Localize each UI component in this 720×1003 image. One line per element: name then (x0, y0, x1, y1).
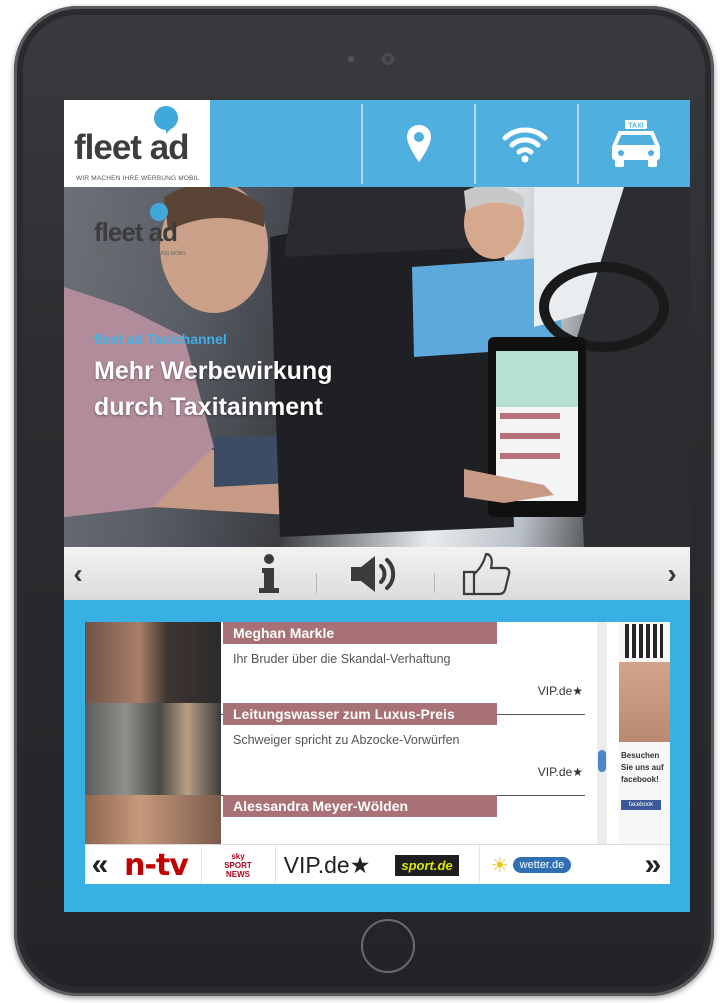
channel-label: VIP.de★ (283, 851, 371, 878)
app-header: fleet ad WIR MACHEN IHRE WERBUNG MOBIL T… (64, 100, 690, 187)
hero-title: Mehr Werbewirkung durch Taxitainment (94, 353, 454, 425)
channel-divider (275, 845, 276, 884)
news-title: Meghan Markle (223, 622, 497, 644)
header-divider (577, 104, 579, 184)
channel-label: sport.de (395, 854, 459, 876)
channel-divider (479, 845, 480, 884)
wifi-icon[interactable] (490, 114, 560, 174)
speech-bubble-icon (154, 106, 178, 130)
news-content: Meghan Markle Ihr Bruder über die Skanda… (85, 622, 670, 884)
news-thumbnail (85, 795, 221, 844)
channel-label: wetter.de (512, 857, 572, 873)
control-separator (316, 573, 317, 593)
channels-prev-button[interactable]: « (85, 845, 115, 884)
speaker-icon[interactable] (348, 553, 408, 595)
scrollbar-thumb[interactable] (598, 750, 606, 772)
news-subtitle: Schweiger spricht zu Abzocke-Vorwürfen (233, 733, 460, 747)
scrollbar[interactable] (597, 622, 607, 844)
info-icon[interactable] (254, 553, 284, 595)
news-title: Alessandra Meyer-Wölden (223, 795, 497, 817)
channel-wetterde[interactable]: ☀ wetter.de (481, 845, 581, 884)
channel-bar: « n-tv sky SPORT NEWS VIP.de★ sport.de ☀ (85, 844, 670, 884)
side-ad-column[interactable]: Besuchen Sie uns auf facebook! facebook (619, 622, 670, 844)
channel-divider (201, 845, 202, 884)
taxi-icon[interactable]: TAXI (601, 114, 671, 174)
taxi-sign-text: TAXI (628, 123, 643, 130)
screen: fleet ad WIR MACHEN IHRE WERBUNG MOBIL T… (64, 100, 690, 912)
news-list: Meghan Markle Ihr Bruder über die Skanda… (85, 622, 585, 844)
hero-title-line: durch Taxitainment (94, 393, 323, 421)
channel-label: n-tv (124, 847, 189, 883)
channel-ntv[interactable]: n-tv (113, 845, 199, 884)
channels-next-button[interactable]: » (637, 845, 669, 884)
hero-logo-text: fleet ad (94, 217, 178, 247)
side-ad-image (619, 662, 670, 742)
news-panel: Meghan Markle Ihr Bruder über die Skanda… (64, 600, 690, 912)
news-item[interactable]: Alessandra Meyer-Wölden (85, 795, 585, 844)
channel-vipde[interactable]: VIP.de★ (277, 845, 377, 884)
hero-kicker: fleet ad Taxichannel (94, 331, 227, 347)
side-ad-text: Besuchen Sie uns auf facebook! (621, 751, 664, 784)
news-source: VIP.de★ (537, 765, 583, 779)
news-thumbnail (85, 703, 221, 795)
news-source: VIP.de★ (537, 684, 583, 698)
news-subtitle: Ihr Bruder über die Skandal-Verhaftung (233, 652, 451, 666)
logo-tagline: WIR MACHEN IHRE WERBUNG MOBIL (76, 175, 200, 182)
front-camera (382, 53, 394, 65)
news-item[interactable]: Leitungswasser zum Luxus-Preis Schweiger… (85, 703, 585, 796)
prev-slide-button[interactable]: ‹ (66, 553, 90, 595)
header-divider (474, 104, 476, 184)
hero-logo-tagline: WIR MACHEN IHRE WERBUNG MOBIL (96, 251, 187, 257)
sun-icon: ☀ (490, 854, 509, 877)
news-thumbnail (85, 622, 221, 714)
home-button[interactable] (361, 919, 415, 973)
thumbs-up-icon[interactable] (458, 552, 514, 596)
qr-code (625, 624, 663, 658)
news-title: Leitungswasser zum Luxus-Preis (223, 703, 497, 725)
channel-sportde[interactable]: sport.de (377, 845, 477, 884)
hero-title-line: Mehr Werbewirkung (94, 357, 333, 385)
fleetad-logo[interactable]: fleet ad WIR MACHEN IHRE WERBUNG MOBIL (64, 100, 210, 187)
facebook-badge[interactable]: facebook (621, 800, 661, 810)
logo-text: fleet ad (74, 128, 190, 167)
news-item[interactable]: Meghan Markle Ihr Bruder über die Skanda… (85, 622, 585, 715)
header-divider (361, 104, 363, 184)
location-pin-icon[interactable] (384, 114, 454, 174)
media-controls-bar: ‹ › (64, 547, 690, 600)
control-separator (434, 573, 435, 593)
next-slide-button[interactable]: › (660, 553, 684, 595)
channel-sky-sport-news[interactable]: sky SPORT NEWS (203, 845, 273, 884)
sensor (348, 56, 354, 62)
hero-banner[interactable]: fleet ad WIR MACHEN IHRE WERBUNG MOBIL f… (64, 187, 690, 547)
channel-label: sky SPORT NEWS (224, 851, 252, 879)
